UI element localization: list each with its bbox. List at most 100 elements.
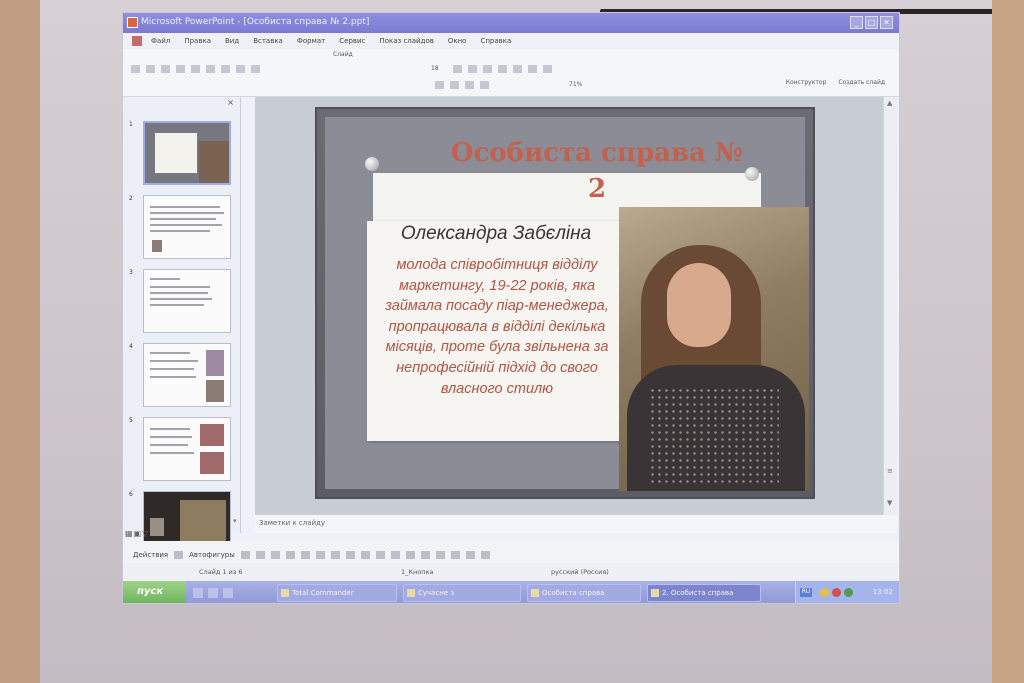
align-left-icon[interactable] [513, 65, 522, 73]
underline-icon[interactable] [483, 65, 492, 73]
slide-thumbnail-2[interactable] [143, 195, 231, 259]
picture-insert-icon[interactable] [360, 551, 370, 559]
wall-left [0, 0, 44, 683]
select-pointer-icon[interactable] [174, 551, 184, 559]
line-icon[interactable] [240, 551, 250, 559]
maximize-button[interactable]: □ [865, 16, 878, 29]
textbox-icon[interactable] [300, 551, 310, 559]
rectangle-icon[interactable] [270, 551, 280, 559]
shadow-icon[interactable] [498, 65, 507, 73]
clipart-icon[interactable] [345, 551, 355, 559]
dash-style-icon[interactable] [435, 551, 445, 559]
line-style-icon[interactable] [420, 551, 430, 559]
menu-view[interactable]: Вид [225, 37, 239, 49]
save-icon[interactable] [161, 65, 170, 73]
vertical-scrollbar[interactable]: ▲ ≡ ▼ [883, 97, 897, 515]
scroll-thumb-icon[interactable]: ≡ [887, 467, 893, 475]
menu-insert[interactable]: Вставка [253, 37, 283, 49]
taskbar-item-3[interactable]: Особистa справа [527, 584, 641, 602]
thumbnail-row-2[interactable]: 2 [123, 195, 241, 259]
font-color-icon[interactable] [405, 551, 415, 559]
scroll-down-icon[interactable]: ▼ [887, 499, 892, 507]
chart-icon[interactable] [450, 81, 459, 89]
grid-icon[interactable] [480, 81, 489, 89]
toolbar-design-label: Слайд [333, 51, 353, 58]
bold-icon[interactable] [453, 65, 462, 73]
slide-body-text[interactable]: молода співробітниця відділу маркетингу,… [369, 255, 625, 399]
menu-file[interactable]: Файл [151, 37, 170, 49]
taskbar-item-1[interactable]: Total Commander [277, 584, 397, 602]
picture-icon[interactable] [465, 81, 474, 89]
standard-toolbar [131, 63, 260, 75]
arrow-icon[interactable] [255, 551, 265, 559]
window-title: Microsoft PowerPoint - [Особиста справа … [141, 17, 370, 27]
autoshapes-menu[interactable]: Автофигуры [189, 551, 235, 559]
minimize-button[interactable]: _ [850, 16, 863, 29]
slides-panel-tabs[interactable] [123, 97, 240, 111]
font-size-field[interactable]: 18 [431, 65, 439, 72]
paste-icon[interactable] [221, 65, 230, 73]
zoom-field[interactable]: 71% [569, 81, 582, 88]
menu-tools[interactable]: Сервис [339, 37, 365, 49]
slide-title[interactable]: Особиста справа № 2 [447, 135, 747, 207]
thumbnail-row-5[interactable]: 5 [123, 417, 241, 481]
new-icon[interactable] [131, 65, 140, 73]
constructor-button[interactable]: Конструктор [786, 79, 827, 86]
arrow-style-icon[interactable] [450, 551, 460, 559]
slide-thumbnail-3[interactable] [143, 269, 231, 333]
tray-icon[interactable] [820, 588, 829, 597]
media-icon[interactable] [223, 588, 233, 598]
thumbnail-row-3[interactable]: 3 [123, 269, 241, 333]
tray-icon[interactable] [844, 588, 853, 597]
slide-thumbnail-4[interactable] [143, 343, 231, 407]
portrait-photo[interactable] [619, 207, 809, 491]
taskbar-item-2[interactable]: Сучасне з [403, 584, 521, 602]
slide-subtitle-name[interactable]: Олександра Забєліна [367, 223, 625, 245]
diagram-icon[interactable] [330, 551, 340, 559]
tray-icon[interactable] [832, 588, 841, 597]
3d-style-icon[interactable] [480, 551, 490, 559]
menu-format[interactable]: Формат [297, 37, 325, 49]
align-right-icon[interactable] [543, 65, 552, 73]
redo-icon[interactable] [251, 65, 260, 73]
menu-window[interactable]: Окно [448, 37, 467, 49]
copy-icon[interactable] [206, 65, 215, 73]
menu-edit[interactable]: Правка [184, 37, 211, 49]
oval-icon[interactable] [285, 551, 295, 559]
current-slide[interactable]: Особиста справа № 2 Олександра Забєліна … [315, 107, 815, 499]
view-buttons[interactable]: ▦▣▽ [125, 529, 149, 538]
slide-thumbnail-1[interactable] [143, 121, 231, 185]
italic-icon[interactable] [468, 65, 477, 73]
cut-icon[interactable] [191, 65, 200, 73]
desktop-icon[interactable] [193, 588, 203, 598]
shadow-style-icon[interactable] [465, 551, 475, 559]
close-panel-icon[interactable]: × [227, 98, 234, 107]
system-tray: RU 13:02 [795, 581, 899, 603]
slide-thumbnail-5[interactable] [143, 417, 231, 481]
open-icon[interactable] [146, 65, 155, 73]
taskbar-item-4[interactable]: 2. Особиста справа [647, 584, 761, 602]
new-slide-button[interactable]: Создать слайд [838, 79, 885, 86]
scroll-up-icon[interactable]: ▲ [887, 99, 892, 107]
line-color-icon[interactable] [390, 551, 400, 559]
start-button[interactable]: пуск [123, 581, 185, 603]
clock[interactable]: 13:02 [873, 588, 893, 596]
close-button[interactable]: ✕ [880, 16, 893, 29]
print-icon[interactable] [176, 65, 185, 73]
wordart-icon[interactable] [315, 551, 325, 559]
language-icon[interactable]: RU [800, 588, 812, 597]
menu-bar: Файл Правка Вид Вставка Формат Сервис По… [123, 33, 899, 49]
undo-icon[interactable] [236, 65, 245, 73]
panel-scroll-down-icon[interactable]: ▾ [233, 517, 237, 525]
notes-pane[interactable]: Заметки к слайду [255, 515, 897, 533]
menu-slideshow[interactable]: Показ слайдов [379, 37, 433, 49]
align-center-icon[interactable] [528, 65, 537, 73]
fill-color-icon[interactable] [375, 551, 385, 559]
thumbnail-row-1[interactable]: 1 [123, 121, 241, 185]
projected-desktop: Microsoft PowerPoint - [Особиста справа … [122, 12, 900, 604]
browser-icon[interactable] [208, 588, 218, 598]
menu-help[interactable]: Справка [480, 37, 511, 49]
table-icon[interactable] [435, 81, 444, 89]
actions-menu[interactable]: Действия [133, 551, 168, 559]
thumbnail-row-4[interactable]: 4 [123, 343, 241, 407]
